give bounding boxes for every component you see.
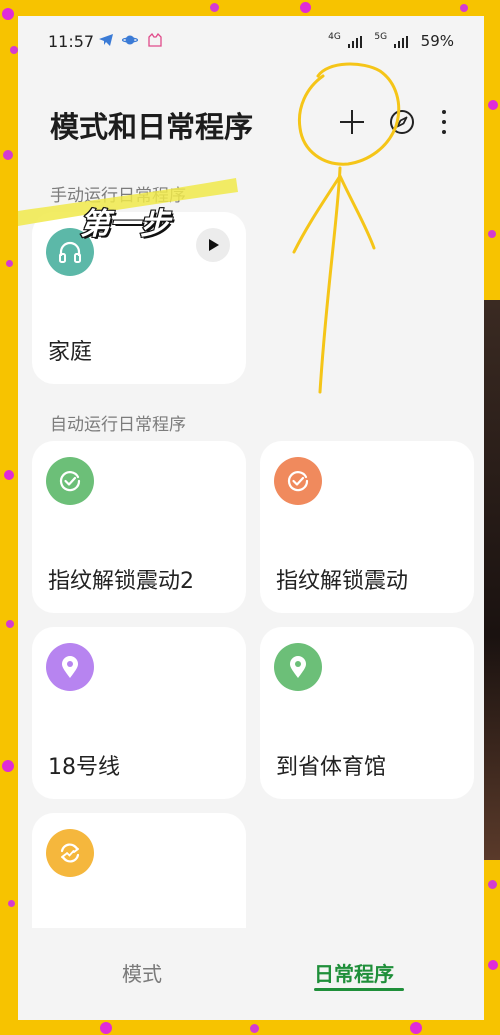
phone-screen: 11:57 4G 5G 59% 模式和日常程序 手动运行日常程序 家庭 自动运行…	[18, 16, 484, 1020]
background-dot	[3, 150, 13, 160]
circle-stroke	[297, 62, 401, 166]
background-dot	[100, 1022, 112, 1034]
background-dot	[10, 46, 18, 54]
background-dot	[488, 880, 497, 889]
background-dot	[8, 900, 15, 907]
background-dot	[300, 2, 311, 13]
annotation-drawing	[18, 62, 401, 394]
background-dot	[488, 960, 498, 970]
background-dot	[210, 3, 219, 12]
background-dot	[250, 1024, 259, 1033]
background-dot	[488, 100, 498, 110]
background-dot	[488, 230, 496, 238]
annotation-text: 第一步	[79, 206, 171, 243]
background-dot	[4, 470, 14, 480]
background-photo	[482, 300, 500, 860]
background-dot	[6, 620, 14, 628]
background-dot	[2, 8, 14, 20]
background-dot	[410, 1022, 422, 1034]
background-dot	[460, 4, 468, 12]
background-dot	[6, 260, 13, 267]
background-dot	[2, 760, 14, 772]
